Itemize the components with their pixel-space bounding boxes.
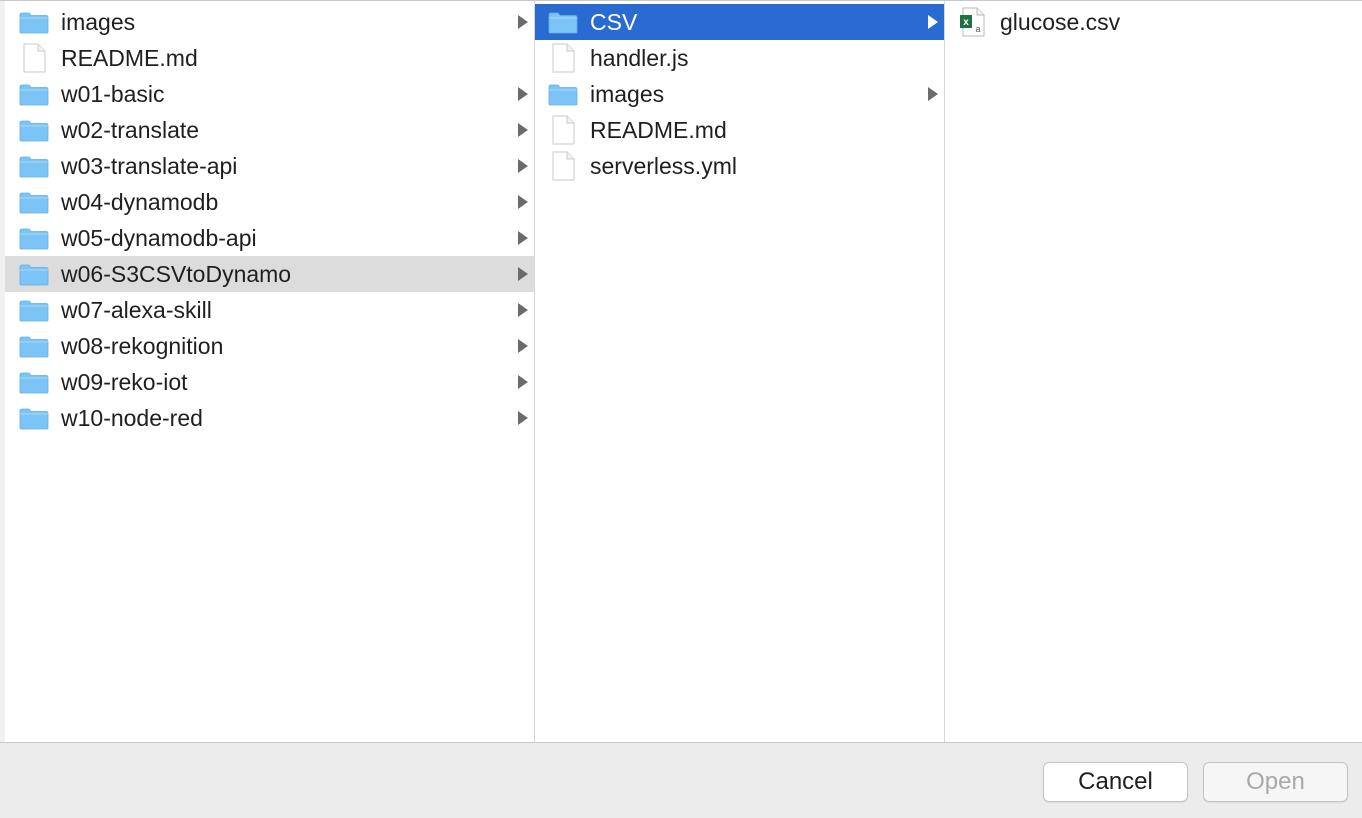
folder-item[interactable]: w02-translate (5, 112, 534, 148)
folder-item[interactable]: w05-dynamodb-api (5, 220, 534, 256)
disclosure-arrow-icon (518, 159, 528, 173)
folder-icon (548, 12, 578, 34)
folder-icon (19, 228, 49, 250)
item-label: README.md (590, 116, 727, 143)
folder-icon (19, 192, 49, 214)
item-label: images (590, 80, 665, 107)
folder-icon (19, 12, 49, 34)
open-button[interactable]: Open (1203, 762, 1348, 802)
item-label: w10-node-red (61, 404, 203, 431)
folder-item[interactable]: w03-translate-api (5, 148, 534, 184)
folder-item[interactable]: w06-S3CSVtoDynamo (5, 256, 534, 292)
excel-file-icon: xa (958, 7, 988, 37)
file-item[interactable]: handler.js (535, 40, 944, 76)
disclosure-arrow-icon (518, 339, 528, 353)
folder-icon (19, 120, 49, 142)
disclosure-arrow-icon (518, 231, 528, 245)
item-label: w04-dynamodb (61, 188, 219, 215)
folder-icon (19, 300, 49, 322)
folder-icon (19, 156, 49, 178)
file-item[interactable]: serverless.yml (535, 148, 944, 184)
item-label: glucose.csv (1000, 8, 1121, 35)
item-label: w06-S3CSVtoDynamo (61, 260, 292, 287)
svg-text:x: x (963, 17, 969, 28)
column-1[interactable]: images README.md w01-basic w02-translate w03… (0, 1, 535, 743)
document-icon (548, 151, 578, 181)
item-label: w02-translate (61, 116, 200, 143)
disclosure-arrow-icon (518, 123, 528, 137)
cancel-button[interactable]: Cancel (1043, 762, 1188, 802)
disclosure-arrow-icon (518, 87, 528, 101)
document-icon (548, 43, 578, 73)
folder-item[interactable]: w04-dynamodb (5, 184, 534, 220)
folder-item[interactable]: images (535, 76, 944, 112)
column-browser: images README.md w01-basic w02-translate w03… (0, 0, 1362, 743)
folder-item[interactable]: CSV (535, 4, 944, 40)
item-label: w03-translate-api (61, 152, 238, 179)
disclosure-arrow-icon (518, 375, 528, 389)
svg-text:a: a (975, 24, 980, 34)
item-label: CSV (590, 8, 638, 35)
folder-icon (548, 84, 578, 106)
file-item[interactable]: x a glucose.csv (945, 4, 1362, 40)
document-icon (19, 43, 49, 73)
file-item[interactable]: README.md (535, 112, 944, 148)
file-item[interactable]: README.md (5, 40, 534, 76)
column-3-list: x a glucose.csv (945, 1, 1362, 40)
item-label: README.md (61, 44, 198, 71)
item-label: serverless.yml (590, 152, 737, 179)
item-label: handler.js (590, 44, 689, 71)
folder-icon (19, 336, 49, 358)
folder-icon (19, 84, 49, 106)
column-2[interactable]: CSV handler.js images README.md serverless.y… (535, 1, 945, 743)
dialog-footer: Cancel Open (0, 742, 1362, 818)
item-label: w07-alexa-skill (61, 296, 212, 323)
folder-icon (19, 372, 49, 394)
disclosure-arrow-icon (518, 267, 528, 281)
item-label: w08-rekognition (61, 332, 224, 359)
disclosure-arrow-icon (518, 303, 528, 317)
disclosure-arrow-icon (928, 15, 938, 29)
disclosure-arrow-icon (518, 15, 528, 29)
folder-icon (19, 264, 49, 286)
folder-icon (19, 408, 49, 430)
column-3[interactable]: x a glucose.csv (945, 1, 1362, 743)
column-1-list: images README.md w01-basic w02-translate w03… (5, 1, 534, 436)
item-label: w01-basic (61, 80, 165, 107)
column-2-list: CSV handler.js images README.md serverless.y… (535, 1, 944, 184)
folder-item[interactable]: w09-reko-iot (5, 364, 534, 400)
document-icon (548, 115, 578, 145)
disclosure-arrow-icon (518, 195, 528, 209)
item-label: w05-dynamodb-api (61, 224, 257, 251)
folder-item[interactable]: w10-node-red (5, 400, 534, 436)
folder-item[interactable]: images (5, 4, 534, 40)
folder-item[interactable]: w01-basic (5, 76, 534, 112)
folder-item[interactable]: w07-alexa-skill (5, 292, 534, 328)
item-label: w09-reko-iot (61, 368, 188, 395)
disclosure-arrow-icon (928, 87, 938, 101)
disclosure-arrow-icon (518, 411, 528, 425)
folder-item[interactable]: w08-rekognition (5, 328, 534, 364)
item-label: images (61, 8, 136, 35)
